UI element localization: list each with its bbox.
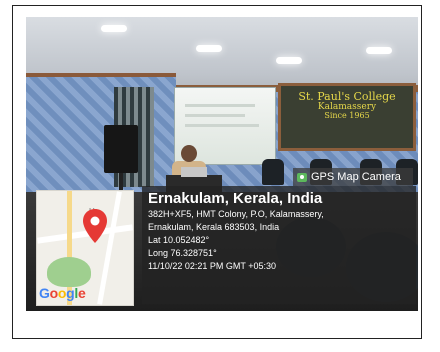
latitude: Lat 10.052482° xyxy=(148,235,210,245)
ceiling-light xyxy=(276,57,302,64)
presenter-head xyxy=(181,145,197,162)
board-line-3: Since 1965 xyxy=(324,110,370,120)
screen-content xyxy=(185,114,245,117)
map-pin-icon xyxy=(83,209,107,243)
google-logo: Google xyxy=(39,285,86,301)
location-title: Ernakulam, Kerala, India xyxy=(148,190,323,207)
ceiling-light xyxy=(101,25,127,32)
college-name-board: St. Paul's College Kalamassery Since 196… xyxy=(278,83,416,151)
gps-map-camera-label: GPS Map Camera xyxy=(311,171,401,183)
camera-icon xyxy=(297,172,307,182)
timestamp: 11/10/22 02:21 PM GMT +05:30 xyxy=(148,261,276,271)
screen-content xyxy=(185,104,255,107)
location-info-overlay: Ernakulam, Kerala, India 382H+XF5, HMT C… xyxy=(142,186,416,304)
map-park xyxy=(47,257,91,287)
longitude: Long 76.328751° xyxy=(148,248,217,258)
location-map-thumbnail: H Google xyxy=(36,190,134,306)
gps-map-camera-tag: GPS Map Camera xyxy=(293,168,413,186)
laptop xyxy=(181,167,207,177)
screen-content xyxy=(185,124,259,127)
chair xyxy=(262,159,284,185)
address-line-1: 382H+XF5, HMT Colony, P.O, Kalamassery, xyxy=(148,209,324,219)
board-line-1: St. Paul's College xyxy=(298,90,396,103)
address-line-2: Ernakulam, Kerala 683503, India xyxy=(148,222,280,232)
loudspeaker xyxy=(104,125,138,173)
ceiling-light xyxy=(366,47,392,54)
ceiling-light xyxy=(196,45,222,52)
